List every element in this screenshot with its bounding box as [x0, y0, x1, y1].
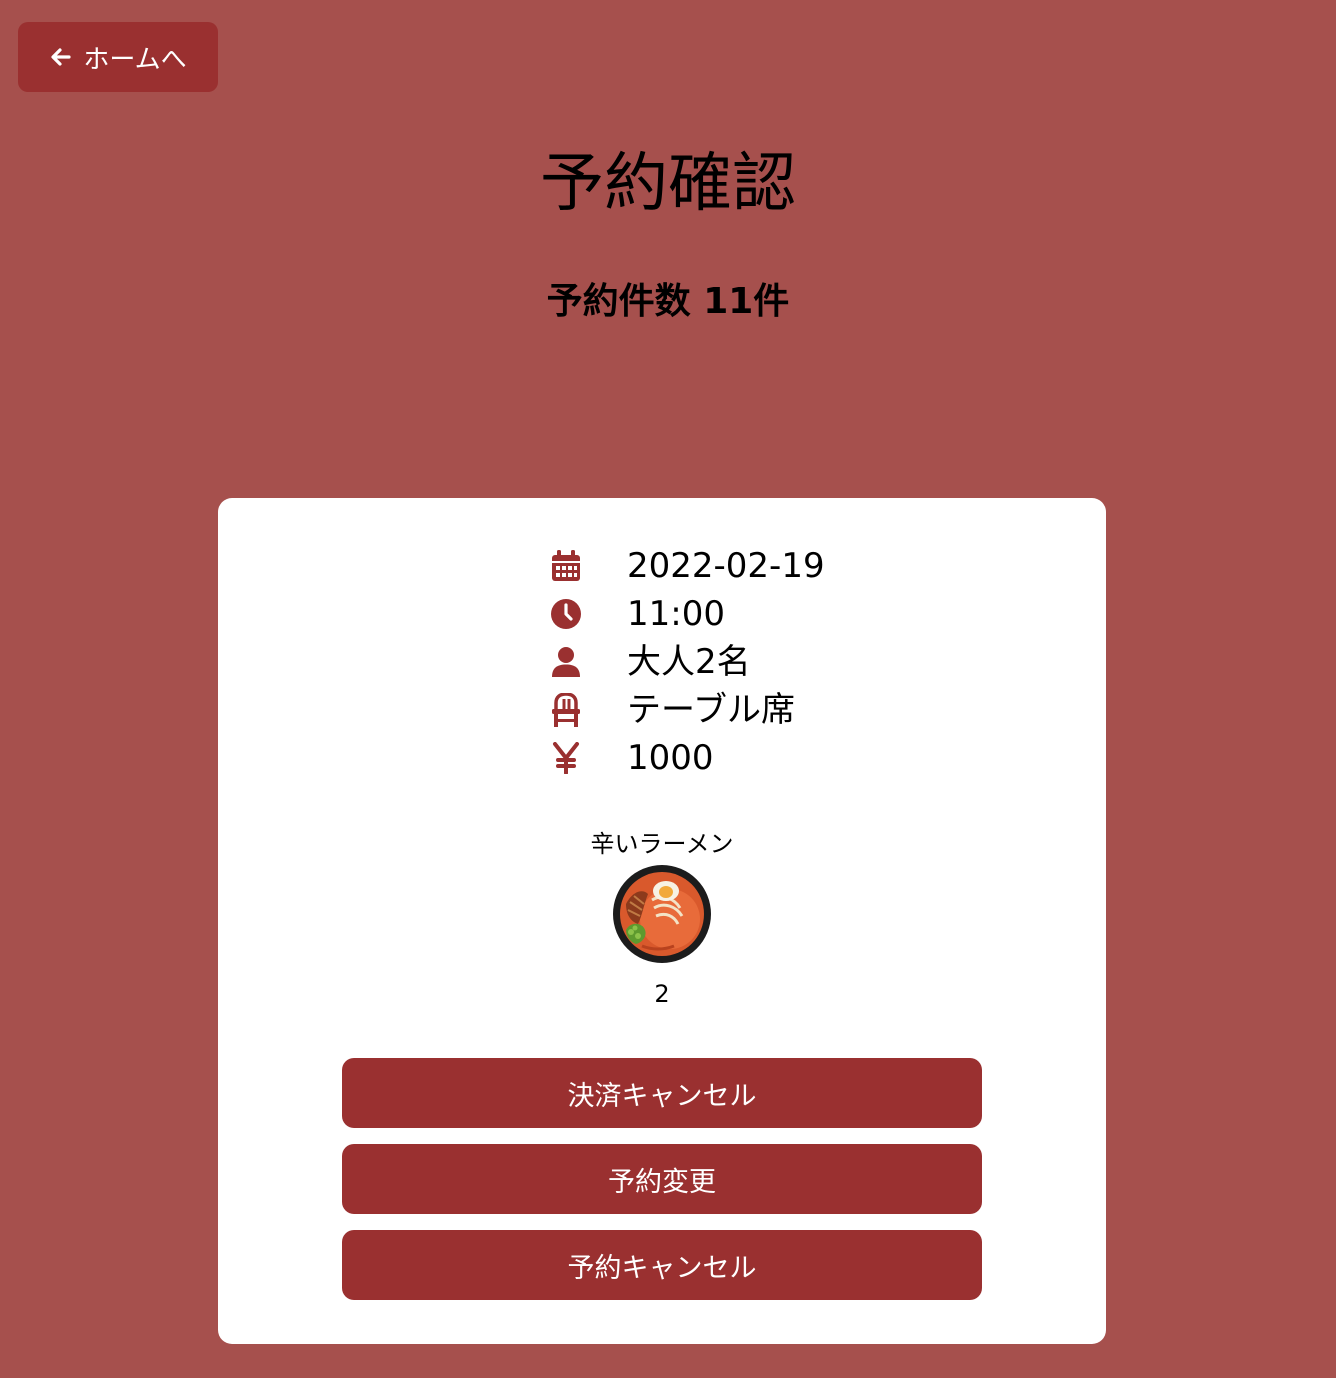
reservation-seat: テーブル席	[627, 690, 795, 730]
reservation-people: 大人2名	[627, 642, 751, 682]
arrow-left-icon	[49, 45, 73, 69]
price-row: 1000	[548, 736, 714, 780]
seat-row: テーブル席	[548, 688, 795, 732]
cancel-reservation-button[interactable]: 予約キャンセル	[342, 1230, 982, 1300]
reservation-date: 2022-02-19	[627, 546, 825, 586]
reservation-time: 11:00	[627, 594, 725, 634]
people-row: 大人2名	[548, 640, 751, 684]
reservation-count: 予約件数 11件	[546, 281, 790, 322]
time-row: 11:00	[548, 592, 725, 636]
payment-cancel-button[interactable]: 決済キャンセル	[342, 1058, 982, 1128]
home-button-label: ホームへ	[83, 44, 187, 75]
change-reservation-button[interactable]: 予約変更	[342, 1144, 982, 1214]
dish-name: 辛いラーメン	[590, 830, 734, 858]
dish-quantity: 2	[654, 980, 670, 1008]
chair-icon	[548, 692, 584, 728]
yen-icon	[548, 740, 584, 776]
page-title: 予約確認	[540, 147, 796, 221]
date-row: 2022-02-19	[548, 544, 825, 588]
home-button[interactable]: ホームへ	[18, 22, 218, 92]
clock-icon	[548, 596, 584, 632]
reservation-price: 1000	[627, 738, 714, 778]
user-icon	[548, 644, 584, 680]
dish-photo	[612, 864, 712, 964]
reservation-card: 2022-02-19 11:00 大人2名 テーブル席 1000 辛いラーメン …	[218, 498, 1106, 1344]
calendar-icon	[548, 548, 584, 584]
